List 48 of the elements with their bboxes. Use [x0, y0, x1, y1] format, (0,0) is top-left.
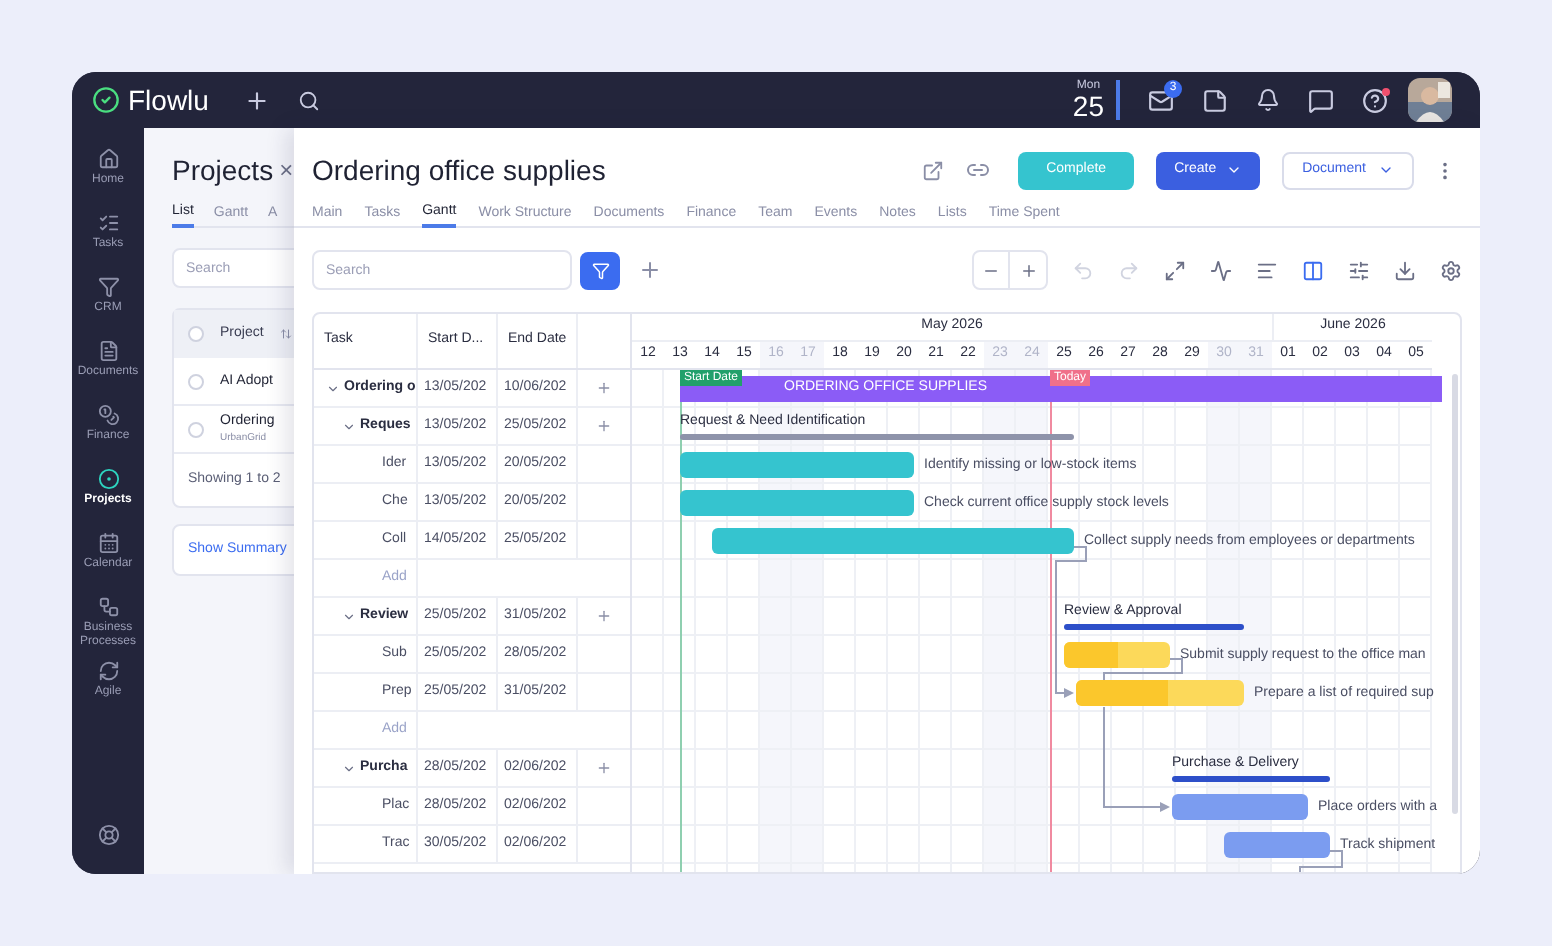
- calendar-icon: [97, 532, 119, 554]
- chevron-icon[interactable]: [342, 419, 356, 433]
- plus-icon: [1019, 261, 1037, 279]
- note-icon[interactable]: [1202, 87, 1228, 113]
- app-logo[interactable]: Flowlu: [128, 79, 209, 121]
- help-icon[interactable]: [1362, 87, 1388, 113]
- loop-icon: [97, 660, 119, 682]
- checkbox[interactable]: [188, 326, 204, 342]
- filter-button[interactable]: [580, 251, 620, 289]
- funnel-icon: [97, 276, 119, 298]
- settings-icon[interactable]: [1440, 259, 1462, 281]
- columns-icon[interactable]: [1302, 259, 1324, 281]
- bell-icon[interactable]: [1256, 88, 1280, 112]
- date-number: 25: [1072, 92, 1104, 120]
- checkbox[interactable]: [188, 421, 204, 437]
- chevron-icon[interactable]: [326, 381, 340, 395]
- bars-icon[interactable]: [1256, 259, 1278, 281]
- chevron-icon[interactable]: [342, 761, 356, 775]
- checkbox[interactable]: [188, 373, 204, 389]
- chevron-icon[interactable]: [342, 609, 356, 623]
- dependency-arrow: [1103, 706, 1170, 812]
- house-icon: [97, 148, 119, 170]
- search-icon[interactable]: [298, 89, 321, 111]
- caret-icon: [1378, 162, 1394, 178]
- open-external-icon[interactable]: [922, 159, 945, 181]
- dependency-line: [1103, 658, 1183, 682]
- sort-icon[interactable]: [279, 328, 292, 340]
- lifebuoy-icon[interactable]: [97, 824, 119, 846]
- project-title: Ordering office supplies: [312, 151, 606, 190]
- logo-icon: [92, 86, 120, 114]
- document-icon: [97, 340, 119, 362]
- caret-icon: [1226, 162, 1243, 178]
- add-icon[interactable]: [244, 87, 271, 113]
- filter-icon: [591, 261, 609, 279]
- chat-icon[interactable]: [1308, 87, 1334, 113]
- dependency-line: [1299, 850, 1343, 872]
- ring-icon: [97, 468, 119, 490]
- close-button[interactable]: ×: [279, 158, 294, 182]
- sliders-icon[interactable]: [1348, 259, 1370, 281]
- mail-icon[interactable]: [1148, 87, 1174, 113]
- workflow-icon: [97, 596, 119, 618]
- panel-title: Projects: [172, 151, 274, 190]
- download-icon[interactable]: [1394, 259, 1416, 281]
- checklist-icon: [97, 212, 119, 234]
- link-icon[interactable]: [966, 158, 991, 182]
- coins-icon: [97, 404, 119, 426]
- pulse-icon[interactable]: [1210, 259, 1232, 281]
- expand-icon[interactable]: [1164, 259, 1186, 281]
